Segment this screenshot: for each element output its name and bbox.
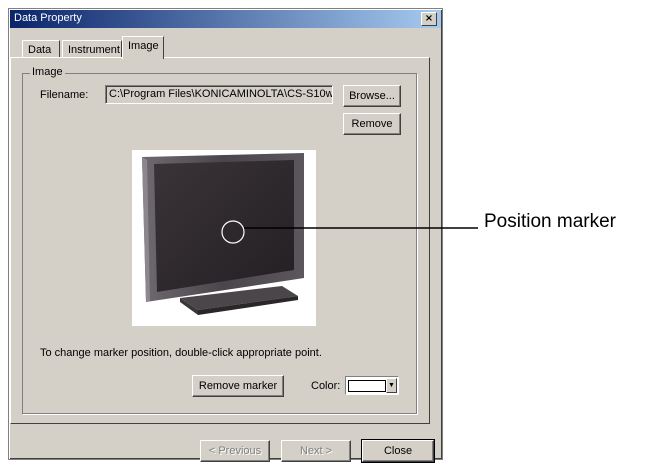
tab-image-label: Image: [128, 40, 159, 52]
tab-image[interactable]: Image: [122, 36, 164, 59]
callout-line: [244, 227, 478, 229]
position-marker-callout: Position marker: [484, 211, 616, 232]
